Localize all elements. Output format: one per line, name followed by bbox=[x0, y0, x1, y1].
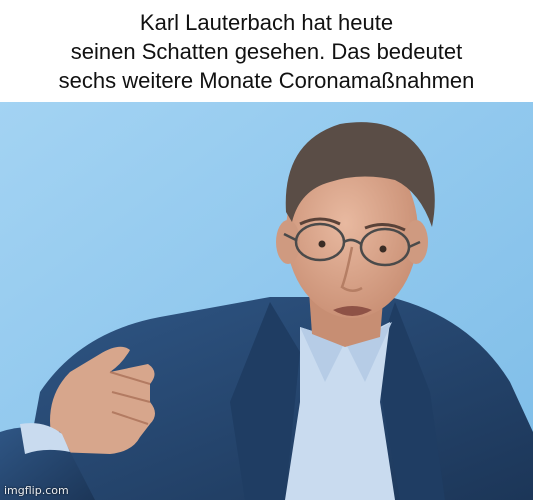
photo bbox=[0, 102, 533, 500]
caption-line-3: sechs weitere Monate Coronamaßnahmen bbox=[58, 67, 475, 93]
caption: Karl Lauterbach hat heute seinen Schatte… bbox=[0, 0, 533, 102]
caption-line-2: seinen Schatten gesehen. Das bedeutet bbox=[70, 38, 463, 64]
watermark: imgflip.com bbox=[4, 484, 69, 497]
meme-image: Karl Lauterbach hat heute seinen Schatte… bbox=[0, 0, 533, 500]
eye-right bbox=[379, 245, 387, 253]
portrait-illustration bbox=[0, 102, 533, 500]
eye-left bbox=[318, 240, 326, 248]
caption-line-1: Karl Lauterbach hat heute bbox=[139, 9, 394, 35]
